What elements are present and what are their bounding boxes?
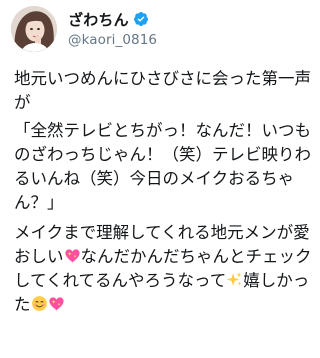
sparkling-heart-icon [64, 247, 81, 264]
display-name-row: ざわちん [68, 9, 157, 29]
tweet-header: ざわちん @kaori_0816 [11, 6, 311, 54]
tweet-paragraph-3: メイクまで理解してくれる地元メンが愛おしい なんだかんだちゃんとチェックしてくれて… [14, 221, 314, 317]
verified-badge-icon [133, 11, 149, 27]
smiling-face-icon [31, 295, 48, 312]
avatar[interactable] [11, 6, 57, 52]
tweet-card: ざわちん @kaori_0816 地元いつめんにひさびさに会った第一声が 「全然… [0, 0, 320, 358]
avatar-image [11, 6, 57, 52]
tweet-text: 地元いつめんにひさびさに会った第一声が 「全然テレビとちがっ！なんだ！いつものざ… [14, 67, 314, 317]
display-name[interactable]: ざわちん [68, 9, 129, 30]
author-names: ざわちん @kaori_0816 [68, 9, 157, 49]
user-handle[interactable]: @kaori_0816 [68, 32, 157, 48]
sparkles-icon [226, 271, 243, 288]
tweet-paragraph-2: 「全然テレビとちがっ！なんだ！いつものざわっちじゃん！（笑）テレビ映りわるいんね… [14, 121, 311, 212]
tweet-paragraph-1: 地元いつめんにひさびさに会った第一声が [14, 69, 311, 112]
sparkling-heart-icon-2 [48, 295, 65, 312]
